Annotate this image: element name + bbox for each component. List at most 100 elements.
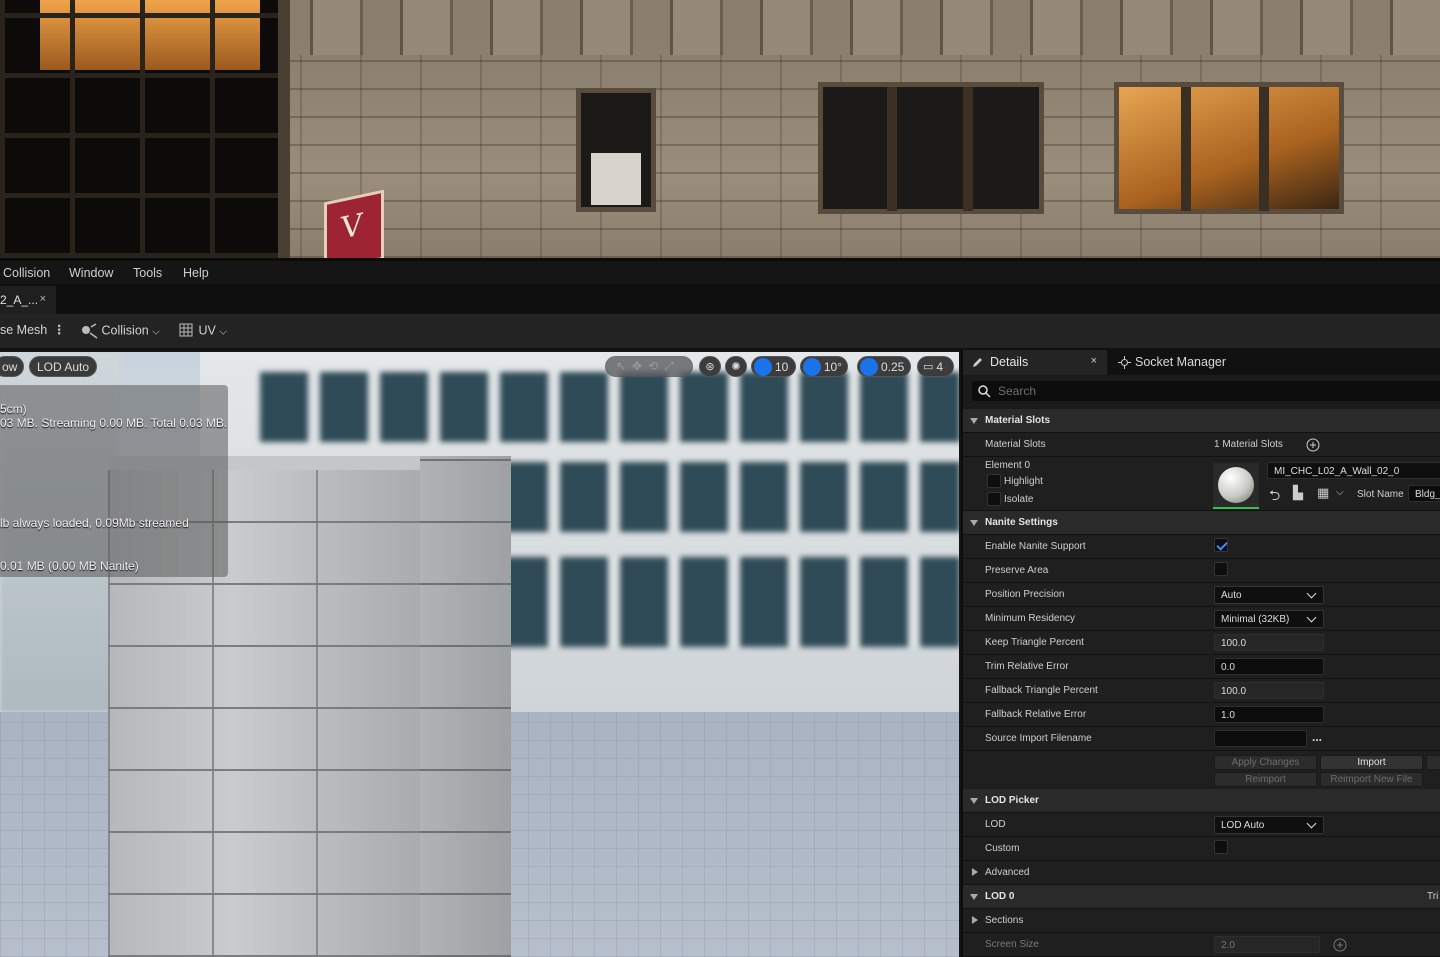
stats-overlay: 5cm) 03 MB. Streaming 0.00 MB. Total 0.0… bbox=[0, 385, 228, 577]
slot-name-label: Slot Name bbox=[1357, 489, 1404, 500]
document-tab-bar: 2_A_... × bbox=[0, 284, 1440, 314]
element-label: Element 0 bbox=[985, 460, 1031, 471]
material-slots-row: Material Slots 1 Material Slots bbox=[963, 433, 1440, 457]
rotation-snap-button[interactable]: 10° bbox=[800, 356, 848, 377]
collision-label: Collision bbox=[101, 323, 149, 338]
preserve-area-row: Preserve Area bbox=[963, 559, 1440, 583]
minimum-residency-dropdown[interactable]: Minimal (32KB) bbox=[1214, 610, 1324, 628]
browse-arrow-icon[interactable]: ⮌ bbox=[1269, 485, 1280, 509]
chevron-down-icon bbox=[1306, 818, 1317, 829]
pencil-icon bbox=[973, 358, 982, 367]
world-local-icon[interactable]: ✺ bbox=[725, 356, 747, 377]
tab-details[interactable]: Details × bbox=[963, 350, 1107, 375]
chevron-down-icon bbox=[1306, 612, 1317, 623]
slot-name-field[interactable]: Bldg_b bbox=[1408, 485, 1440, 502]
close-icon[interactable]: × bbox=[40, 293, 46, 305]
lod-dropdown[interactable]: LOD Auto bbox=[1214, 816, 1324, 834]
sections-row[interactable]: Sections bbox=[963, 909, 1440, 933]
folder-icon[interactable]: ▙ bbox=[1293, 485, 1303, 501]
source-import-row: Source Import Filename ... bbox=[963, 727, 1440, 751]
details-tab-bar: Details × Socket Manager bbox=[963, 350, 1440, 375]
window-grid bbox=[0, 0, 278, 258]
position-precision-dropdown[interactable]: Auto bbox=[1214, 586, 1324, 604]
reimport-button[interactable]: Reimport bbox=[1214, 772, 1317, 787]
document-tab[interactable]: 2_A_... × bbox=[0, 286, 56, 314]
section-nanite-settings[interactable]: Nanite Settings bbox=[963, 511, 1440, 535]
show-button[interactable]: ow bbox=[0, 356, 24, 377]
expand-icon bbox=[970, 798, 978, 804]
keep-triangle-field[interactable]: 100.0 bbox=[1214, 634, 1324, 651]
chevron-down-icon: ⌵ bbox=[219, 326, 227, 338]
viewport[interactable]: 5cm) 03 MB. Streaming 0.00 MB. Total 0.0… bbox=[0, 352, 959, 957]
menu-window[interactable]: Window bbox=[69, 266, 113, 280]
fallback-error-field[interactable]: 1.0 bbox=[1214, 706, 1324, 723]
document-tab-label: 2_A_... bbox=[0, 293, 39, 307]
transform-tools[interactable]: ↖✥⟲⤢ bbox=[605, 356, 693, 377]
chevron-down-icon[interactable]: ⌵ bbox=[1336, 487, 1344, 498]
socket-icon bbox=[1118, 356, 1131, 369]
expand-icon bbox=[970, 894, 978, 900]
checker-icon[interactable]: ▦ bbox=[1317, 485, 1329, 501]
collapsed-icon bbox=[972, 868, 978, 876]
building-window-lit bbox=[1114, 82, 1344, 214]
custom-row: Custom bbox=[963, 837, 1440, 861]
close-icon[interactable]: × bbox=[1091, 355, 1097, 367]
camera-speed-button[interactable]: ▭ 4 bbox=[917, 356, 954, 377]
scale-snap-button[interactable]: 0.25 bbox=[857, 356, 911, 377]
rotation-snap-icon bbox=[803, 357, 821, 376]
surface-snap-icon[interactable]: ⊛ bbox=[699, 356, 721, 377]
material-slots-count: 1 Material Slots bbox=[1214, 439, 1283, 450]
base-mesh-button[interactable]: se Mesh bbox=[0, 323, 47, 337]
import-button[interactable]: Import bbox=[1320, 755, 1423, 770]
section-lod-0[interactable]: LOD 0 Tri bbox=[963, 885, 1440, 909]
fallback-triangle-row: Fallback Triangle Percent 100.0 bbox=[963, 679, 1440, 703]
scale-snap-value: 0.25 bbox=[881, 359, 905, 374]
search-icon bbox=[978, 385, 991, 398]
add-icon[interactable] bbox=[1333, 938, 1347, 952]
fallback-triangle-field[interactable]: 100.0 bbox=[1214, 682, 1324, 699]
more-options-icon[interactable]: ⋮ bbox=[53, 322, 66, 337]
uv-dropdown[interactable]: UV ⌵ bbox=[179, 323, 227, 339]
enable-nanite-checkbox[interactable] bbox=[1214, 538, 1228, 552]
section-material-slots[interactable]: Material Slots bbox=[963, 409, 1440, 433]
trim-error-field[interactable]: 0.0 bbox=[1214, 658, 1324, 675]
tab-socket-label: Socket Manager bbox=[1135, 355, 1227, 369]
menu-bar: Collision Window Tools Help bbox=[0, 258, 1440, 284]
isolate-checkbox[interactable] bbox=[987, 492, 1001, 506]
preserve-area-checkbox[interactable] bbox=[1214, 562, 1228, 576]
screen-size-field[interactable]: 2.0 bbox=[1214, 936, 1320, 953]
expand-icon bbox=[970, 418, 978, 424]
section-lod-picker[interactable]: LOD Picker bbox=[963, 789, 1440, 813]
lod-auto-button[interactable]: LOD Auto bbox=[29, 356, 98, 377]
search-input[interactable]: Search bbox=[972, 381, 1440, 401]
collision-dropdown[interactable]: Collision ⌵ bbox=[80, 323, 160, 339]
lod-row: LOD LOD Auto bbox=[963, 813, 1440, 837]
storefront-window bbox=[0, 0, 290, 258]
tab-socket-manager[interactable]: Socket Manager bbox=[1115, 350, 1226, 375]
scene-render: V bbox=[0, 0, 1440, 258]
uv-label: UV bbox=[198, 323, 216, 338]
reimport-new-file-button[interactable]: Reimport New File bbox=[1320, 772, 1423, 787]
menu-tools[interactable]: Tools bbox=[133, 266, 162, 280]
apply-changes-button[interactable]: Apply Changes bbox=[1214, 755, 1317, 770]
grid-snap-button[interactable]: 10 bbox=[751, 356, 796, 377]
browse-button[interactable]: ... bbox=[1312, 730, 1322, 744]
red-sign: V bbox=[324, 189, 384, 258]
transform-icons[interactable]: ↖✥⟲⤢ bbox=[608, 359, 680, 374]
custom-checkbox[interactable] bbox=[1214, 840, 1228, 854]
window-interior bbox=[591, 153, 641, 205]
advanced-row[interactable]: Advanced bbox=[963, 861, 1440, 885]
expand-icon bbox=[970, 520, 978, 526]
uv-grid-icon bbox=[179, 323, 193, 337]
material-name-field[interactable]: MI_CHC_L02_A_Wall_02_0 bbox=[1267, 462, 1440, 479]
extra-button[interactable] bbox=[1426, 755, 1440, 770]
menu-help[interactable]: Help bbox=[183, 266, 209, 280]
add-slot-icon[interactable] bbox=[1306, 438, 1320, 452]
triangles-label: Tri bbox=[1427, 891, 1439, 902]
keep-triangle-row: Keep Triangle Percent 100.0 bbox=[963, 631, 1440, 655]
menu-collision[interactable]: Collision bbox=[3, 266, 50, 280]
source-import-field[interactable] bbox=[1214, 730, 1307, 747]
material-thumbnail[interactable] bbox=[1213, 463, 1259, 509]
grid-snap-value: 10 bbox=[775, 359, 789, 374]
highlight-checkbox[interactable] bbox=[987, 474, 1001, 488]
